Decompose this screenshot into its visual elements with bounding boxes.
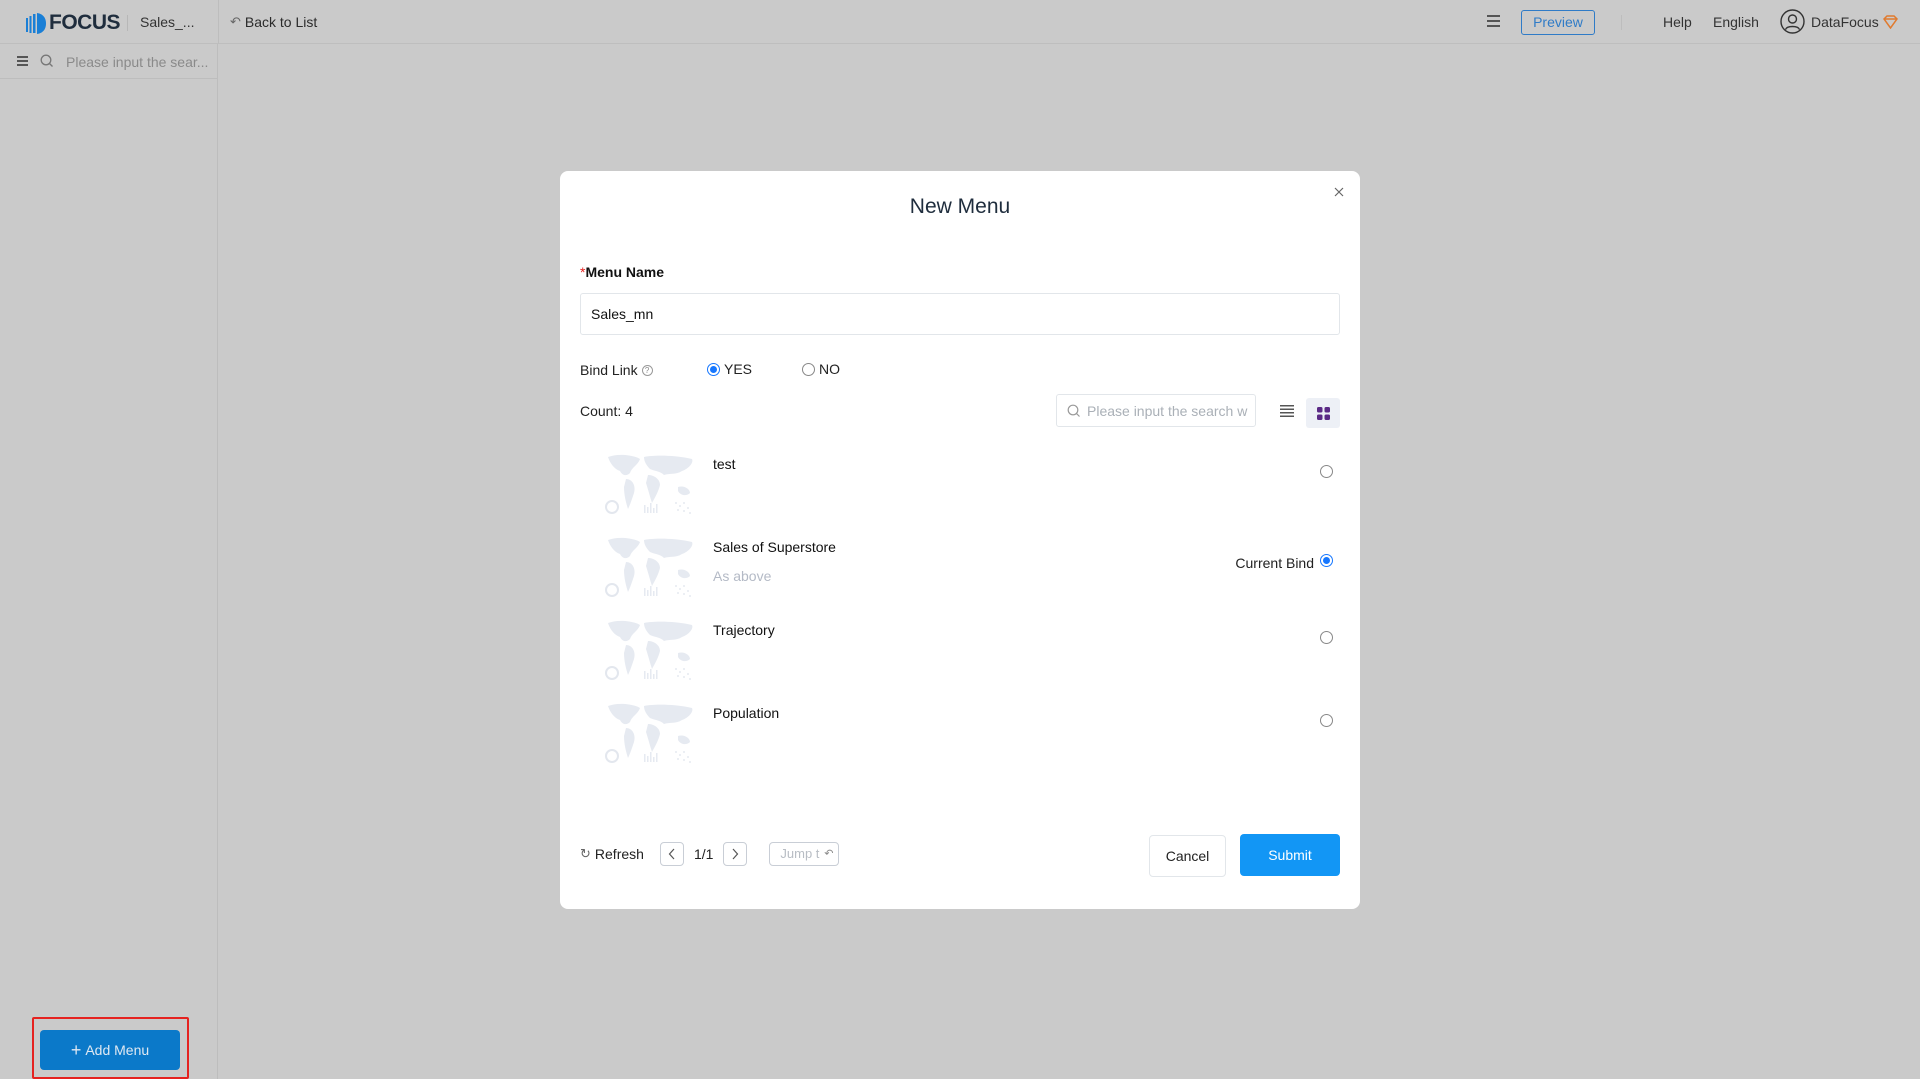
hamburger-menu-icon[interactable]	[1487, 15, 1500, 27]
radio-yes[interactable]	[707, 362, 720, 376]
world-map-thumbnail-icon	[605, 454, 693, 514]
add-menu-button[interactable]: + Add Menu	[40, 1030, 180, 1070]
item-radio[interactable]	[1320, 554, 1333, 567]
logo[interactable]: FOCUS	[26, 11, 121, 35]
sidebar	[0, 44, 218, 1079]
list-search-box	[1056, 394, 1256, 427]
back-to-list-link[interactable]: ↶ Back to List	[230, 14, 317, 30]
list-item[interactable]: test	[580, 441, 1340, 524]
back-arrow-icon: ↶	[230, 14, 241, 29]
plus-icon: +	[70, 1040, 82, 1060]
world-map-thumbnail-icon	[605, 703, 693, 763]
back-to-list-label: Back to List	[244, 14, 318, 30]
jump-go-icon[interactable]: ↶	[824, 843, 833, 865]
menu-name-label-text: Menu Name	[585, 264, 665, 280]
focus-logo-icon	[26, 12, 46, 34]
new-menu-dialog: New Menu *Menu Name Bind Link ? YES NO C…	[560, 171, 1360, 909]
world-map-thumbnail-icon	[605, 537, 693, 597]
list-item[interactable]: Trajectory	[580, 607, 1340, 690]
bind-link-label-text: Bind Link	[580, 362, 638, 378]
current-bind-status: Current Bind	[1235, 555, 1314, 571]
logo-text: FOCUS	[49, 11, 121, 34]
bind-link-no-option[interactable]: NO	[802, 361, 840, 377]
item-radio[interactable]	[1320, 631, 1333, 644]
list-view-button[interactable]	[1274, 398, 1300, 424]
close-icon[interactable]	[1331, 184, 1347, 200]
list-item[interactable]: Sales of Superstore As above Current Bin…	[580, 524, 1340, 607]
next-page-button[interactable]	[723, 842, 748, 866]
collapse-menu-icon[interactable]	[17, 56, 28, 66]
refresh-icon: ↻	[580, 846, 591, 861]
page-indicator: 1/1	[693, 846, 714, 862]
app-name: Sales_...	[140, 14, 195, 30]
dashboard-list: test Sales of Superstore As above Curren…	[580, 441, 1340, 773]
item-radio[interactable]	[1320, 465, 1333, 478]
item-name: test	[713, 456, 736, 472]
list-item[interactable]: Population	[580, 690, 1340, 773]
menu-name-label: *Menu Name	[580, 264, 664, 280]
pagination: ↻ Refresh 1/1 Jump t ↶	[580, 841, 840, 867]
item-name: Trajectory	[713, 622, 775, 638]
item-name: Population	[713, 705, 780, 721]
header-divider	[218, 0, 219, 44]
refresh-label: Refresh	[594, 846, 644, 862]
jump-to-page-input[interactable]: Jump t ↶	[769, 842, 840, 866]
diamond-vip-icon	[1883, 15, 1898, 29]
chevron-left-icon	[668, 848, 675, 860]
add-menu-label: Add Menu	[85, 1042, 150, 1058]
item-description: As above	[713, 568, 772, 584]
logo-divider	[127, 15, 128, 31]
top-bar: FOCUS Sales_... ↶ Back to List Preview H…	[0, 0, 1920, 44]
grid-view-icon	[1316, 406, 1330, 420]
grid-view-button[interactable]	[1306, 398, 1340, 428]
refresh-button[interactable]: ↻ Refresh	[580, 846, 644, 862]
item-count: Count: 4	[580, 403, 633, 419]
dialog-title: New Menu	[909, 195, 1011, 218]
sidebar-search-bar	[0, 44, 218, 79]
preview-button[interactable]: Preview	[1521, 10, 1595, 35]
header-separator	[1621, 15, 1622, 30]
user-avatar-icon[interactable]	[1780, 9, 1805, 34]
bind-link-yes-option[interactable]: YES	[707, 361, 752, 377]
search-icon	[40, 54, 53, 67]
radio-no-label: NO	[819, 361, 840, 377]
help-question-icon[interactable]: ?	[641, 364, 653, 376]
chevron-right-icon	[732, 848, 739, 860]
world-map-thumbnail-icon	[605, 620, 693, 680]
item-name: Sales of Superstore	[713, 539, 836, 555]
cancel-button[interactable]: Cancel	[1149, 835, 1226, 877]
help-link[interactable]: Help	[1663, 14, 1692, 30]
jump-placeholder: Jump t	[780, 846, 820, 861]
sidebar-search-input[interactable]	[66, 52, 211, 72]
menu-name-input[interactable]	[580, 293, 1340, 335]
list-view-icon	[1280, 405, 1294, 417]
bind-link-label: Bind Link ?	[580, 362, 653, 378]
user-name[interactable]: DataFocus	[1811, 14, 1879, 30]
language-selector[interactable]: English	[1713, 14, 1759, 30]
radio-no[interactable]	[802, 362, 815, 376]
submit-button[interactable]: Submit	[1240, 834, 1340, 876]
item-radio[interactable]	[1320, 714, 1333, 727]
list-search-input[interactable]	[1087, 402, 1252, 419]
radio-yes-label: YES	[724, 361, 753, 377]
prev-page-button[interactable]	[659, 842, 684, 866]
search-icon	[1067, 404, 1080, 417]
